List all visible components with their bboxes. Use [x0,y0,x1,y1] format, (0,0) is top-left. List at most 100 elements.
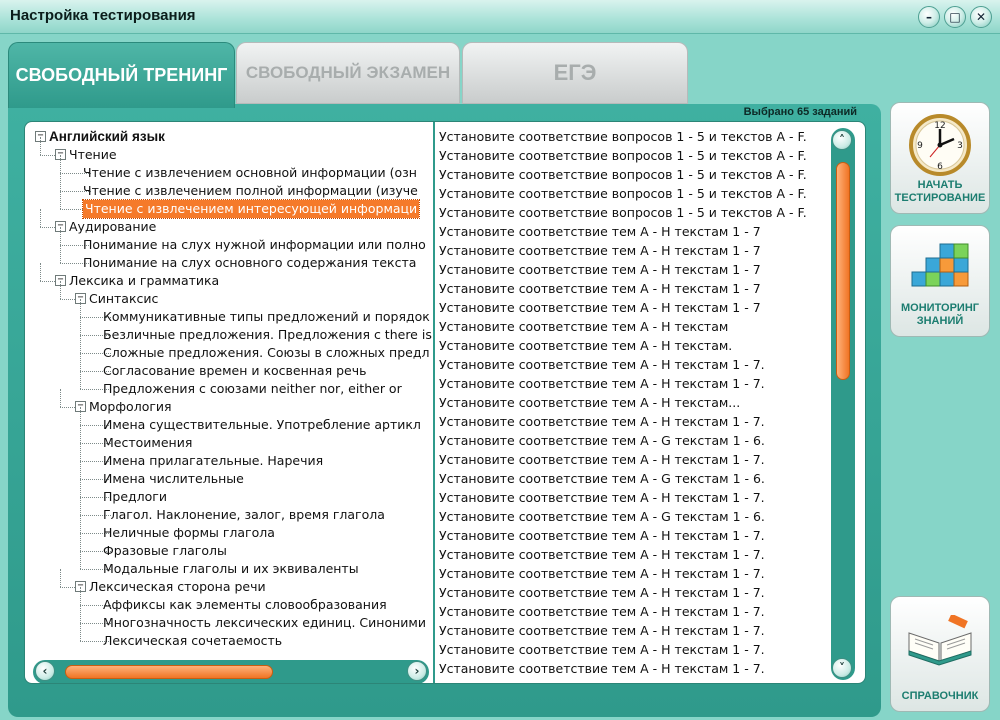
task-item[interactable]: Установите соответствие вопросов 1 - 5 и… [439,146,829,165]
tree-connector [80,317,81,335]
task-item[interactable]: Установите соответствие вопросов 1 - 5 и… [439,203,829,222]
tree-node[interactable]: Понимание на слух нужной информации или … [83,236,426,254]
task-item[interactable]: Установите соответствие тем А - G текста… [439,431,829,450]
chevron-left-icon: ‹ [42,664,48,678]
task-item[interactable]: Установите соответствие тем А - G текста… [439,507,829,526]
task-item[interactable]: Установите соответствие тем А - Н текста… [439,640,829,659]
tree-connector [80,443,81,461]
panel-divider[interactable] [433,122,435,683]
tree-node[interactable]: Модальные глаголы и их эквиваленты [103,560,359,578]
task-item[interactable]: Установите соответствие тем А - Н текста… [439,355,829,374]
scroll-up-button[interactable]: ˄ [832,130,852,150]
task-item[interactable]: Установите соответствие тем А - Н текста… [439,241,829,260]
title-bar: Настройка тестирования – □ ✕ [0,0,1000,34]
task-item[interactable]: Установите соответствие тем А - Н текста… [439,336,829,355]
tree-node[interactable]: Имена существительные. Употребление арти… [103,416,421,434]
tree-node[interactable]: Синтаксис [89,290,158,308]
tree-connector [40,281,55,282]
tree-node[interactable]: Понимание на слух основного содержания т… [83,254,416,272]
tree-node[interactable]: Предложения с союзами neither nor, eithe… [103,380,402,398]
tree-node[interactable]: Чтение [69,146,117,164]
tree-node[interactable]: Коммуникативные типы предложений и поряд… [103,308,430,326]
tree-node[interactable]: Согласование времен и косвенная речь [103,362,366,380]
knowledge-monitoring-button[interactable]: МОНИТОРИНГ ЗНАНИЙ [890,225,990,337]
tree-connector [60,281,61,299]
tree-node[interactable]: Глагол. Наклонение, залог, время глагола [103,506,385,524]
task-item[interactable]: Установите соответствие вопросов 1 - 5 и… [439,127,829,146]
tree-node[interactable]: Неличные формы глагола [103,524,275,542]
reference-button[interactable]: СПРАВОЧНИК [890,596,990,712]
task-item[interactable]: Установите соответствие тем А - Н текста… [439,298,829,317]
task-item[interactable]: Установите соответствие тем А - Н текста… [439,621,829,640]
task-item[interactable]: Установите соответствие тем А - Н текста… [439,450,829,469]
scroll-right-button[interactable]: › [407,661,427,681]
task-item[interactable]: Установите соответствие тем А - Н текста… [439,260,829,279]
tab-free-training[interactable]: СВОБОДНЫЙ ТРЕНИНГ [8,42,235,108]
task-item[interactable]: Установите соответствие вопросов 1 - 5 и… [439,165,829,184]
tree-connector [80,623,81,641]
task-item[interactable]: Установите соответствие тем А - Н текста… [439,583,829,602]
tree-node[interactable]: Местоимения [103,434,192,452]
tree-connector [80,533,81,551]
task-list: Установите соответствие вопросов 1 - 5 и… [439,127,829,683]
task-item[interactable]: Установите соответствие тем А - Н текста… [439,412,829,431]
task-item[interactable]: Установите соответствие тем А - Н текста… [439,564,829,583]
start-testing-button[interactable]: 12 3 6 9 НАЧАТЬ ТЕСТИРОВАНИЕ [890,102,990,214]
tree-connector [80,605,81,623]
task-item[interactable]: Установите соответствие тем А - Н текста… [439,526,829,545]
topic-tree: − Английский язык − Чтение Чтение с извлечен… [25,122,433,647]
tree-node[interactable]: Английский язык [49,128,165,146]
tree-node[interactable]: Лексика и грамматика [69,272,219,290]
task-item[interactable]: Установите соответствие тем А - Н текста… [439,659,829,678]
tree-node[interactable]: Фразовые глаголы [103,542,227,560]
task-item[interactable]: Установите соответствие тем А - Н текста… [439,317,829,336]
tree-connector [60,407,75,408]
vertical-scrollbar[interactable]: ˄ ˅ [831,128,855,680]
task-item[interactable]: Установите соответствие тем А - Н текста… [439,545,829,564]
tree-connector [60,191,61,209]
scroll-down-button[interactable]: ˅ [832,658,852,678]
tree-node[interactable]: Многозначность лексических единиц. Синон… [103,614,426,632]
tree-node[interactable]: Сложные предложения. Союзы в сложных пре… [103,344,429,362]
task-item[interactable]: Установите соответствие тем А - Н текста… [439,488,829,507]
reference-label: СПРАВОЧНИК [901,690,979,702]
tree-node[interactable]: Чтение с извлечением полной информации (… [83,182,418,200]
tree-connector [80,497,81,515]
horizontal-scroll-thumb[interactable] [65,665,273,679]
tree-connector [40,263,41,281]
tree-node[interactable]: Морфология [89,398,172,416]
content-inner: − Английский язык − Чтение Чтение с извлечен… [24,121,866,684]
maximize-button[interactable]: □ [944,6,966,28]
tab-free-exam[interactable]: СВОБОДНЫЙ ЭКЗАМЕН [236,42,460,104]
tree-node[interactable]: Лексическая сочетаемость [103,632,282,647]
task-item[interactable]: Установите соответствие тем А - Н текста… [439,602,829,621]
tree-connector [80,551,81,569]
chevron-right-icon: › [414,664,420,678]
task-item[interactable]: Установите соответствие тем А - G текста… [439,469,829,488]
tree-node[interactable]: Безличные предложения. Предложения с the… [103,326,432,344]
scroll-left-button[interactable]: ‹ [35,661,55,681]
task-item[interactable]: Установите соответствие тем А - Н текста… [439,279,829,298]
start-testing-label: НАЧАТЬ ТЕСТИРОВАНИЕ [894,179,986,204]
tree-node[interactable]: Чтение с извлечением интересующей информ… [81,199,421,219]
tree-connector [60,587,75,588]
tree-node[interactable]: Предлоги [103,488,167,506]
tree-node[interactable]: Аудирование [69,218,156,236]
horizontal-scrollbar[interactable]: ‹ › [33,660,429,683]
tree-node[interactable]: Лексическая сторона речи [89,578,266,596]
selected-count: Выбрано 65 заданий [743,106,857,118]
task-item[interactable]: Установите соответствие тем А - Н текста… [439,678,829,683]
task-item[interactable]: Установите соответствие тем А - Н текста… [439,222,829,241]
tab-ege[interactable]: ЕГЭ [462,42,688,104]
task-item[interactable]: Установите соответствие тем А - Н текста… [439,374,829,393]
minimize-button[interactable]: – [918,6,940,28]
knowledge-monitoring-label: МОНИТОРИНГ ЗНАНИЙ [901,302,979,327]
tree-node[interactable]: Имена прилагательные. Наречия [103,452,323,470]
task-item[interactable]: Установите соответствие вопросов 1 - 5 и… [439,184,829,203]
tree-node[interactable]: Чтение с извлечением основной информации… [83,164,417,182]
tree-node[interactable]: Аффиксы как элементы словообразования [103,596,387,614]
vertical-scroll-thumb[interactable] [836,162,850,380]
close-button[interactable]: ✕ [970,6,992,28]
task-item[interactable]: Установите соответствие тем А - Н текста… [439,393,829,412]
tree-node[interactable]: Имена числительные [103,470,244,488]
